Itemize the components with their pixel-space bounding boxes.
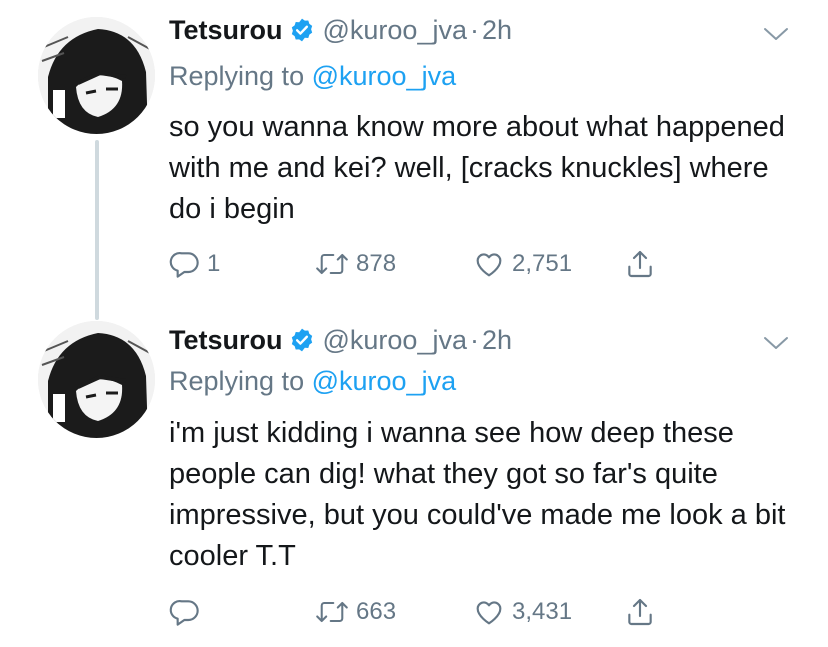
tweet[interactable]: Tetsurou @kuroo_jva · 2h Replying to @kuro… xyxy=(0,315,828,647)
separator-dot: · xyxy=(469,15,479,45)
tweet-header: Tetsurou @kuroo_jva · 2h xyxy=(169,324,512,360)
tweet-actions: 1 878 2,751 xyxy=(169,244,689,284)
separator-dot: · xyxy=(469,325,479,355)
share-button[interactable] xyxy=(624,592,656,632)
author-handle[interactable]: @kuroo_jva xyxy=(323,325,467,355)
tweet-timestamp[interactable]: 2h xyxy=(482,325,512,355)
tweet-header: Tetsurou @kuroo_jva · 2h xyxy=(169,14,512,50)
share-icon xyxy=(628,250,652,278)
reply-count: 1 xyxy=(207,250,221,277)
avatar-image xyxy=(38,17,155,134)
chevron-down-icon[interactable] xyxy=(763,26,789,42)
retweet-icon xyxy=(316,601,348,623)
like-icon xyxy=(476,253,502,277)
tweet-actions: 663 3,431 xyxy=(169,592,689,632)
retweet-button[interactable]: 878 xyxy=(314,244,396,284)
avatar[interactable] xyxy=(38,17,155,134)
replying-to-label: Replying to xyxy=(169,61,305,91)
retweet-count: 878 xyxy=(356,250,397,277)
replying-to-label: Replying to xyxy=(169,366,305,396)
verified-badge-icon xyxy=(289,327,315,360)
author-name[interactable]: Tetsurou xyxy=(169,15,283,45)
share-button[interactable] xyxy=(624,244,656,284)
verified-badge-icon xyxy=(289,17,315,50)
like-count: 3,431 xyxy=(512,598,573,625)
reply-icon xyxy=(169,252,199,278)
like-button[interactable]: 2,751 xyxy=(472,244,572,284)
reply-button[interactable] xyxy=(169,592,207,632)
retweet-icon xyxy=(316,253,348,275)
replying-to-mention[interactable]: @kuroo_jva xyxy=(312,366,456,396)
replying-to-line: Replying to @kuroo_jva xyxy=(169,365,456,397)
author-name[interactable]: Tetsurou xyxy=(169,325,283,355)
like-count: 2,751 xyxy=(512,250,573,277)
chevron-down-icon[interactable] xyxy=(763,335,789,351)
tweet[interactable]: Tetsurou @kuroo_jva · 2h Replying to @kuro… xyxy=(0,0,828,320)
share-icon xyxy=(628,598,652,626)
avatar[interactable] xyxy=(38,321,155,438)
like-icon xyxy=(476,601,502,625)
author-handle[interactable]: @kuroo_jva xyxy=(323,15,467,45)
avatar-image xyxy=(38,321,155,438)
reply-icon xyxy=(169,600,199,626)
replying-to-mention[interactable]: @kuroo_jva xyxy=(312,61,456,91)
retweet-button[interactable]: 663 xyxy=(314,592,396,632)
replying-to-line: Replying to @kuroo_jva xyxy=(169,60,456,92)
retweet-count: 663 xyxy=(356,598,397,625)
like-button[interactable]: 3,431 xyxy=(472,592,572,632)
tweet-text: so you wanna know more about what happen… xyxy=(169,111,785,225)
tweet-text: i'm just kidding i wanna see how deep th… xyxy=(169,417,786,572)
tweet-timestamp[interactable]: 2h xyxy=(482,15,512,45)
reply-button[interactable]: 1 xyxy=(169,244,220,284)
